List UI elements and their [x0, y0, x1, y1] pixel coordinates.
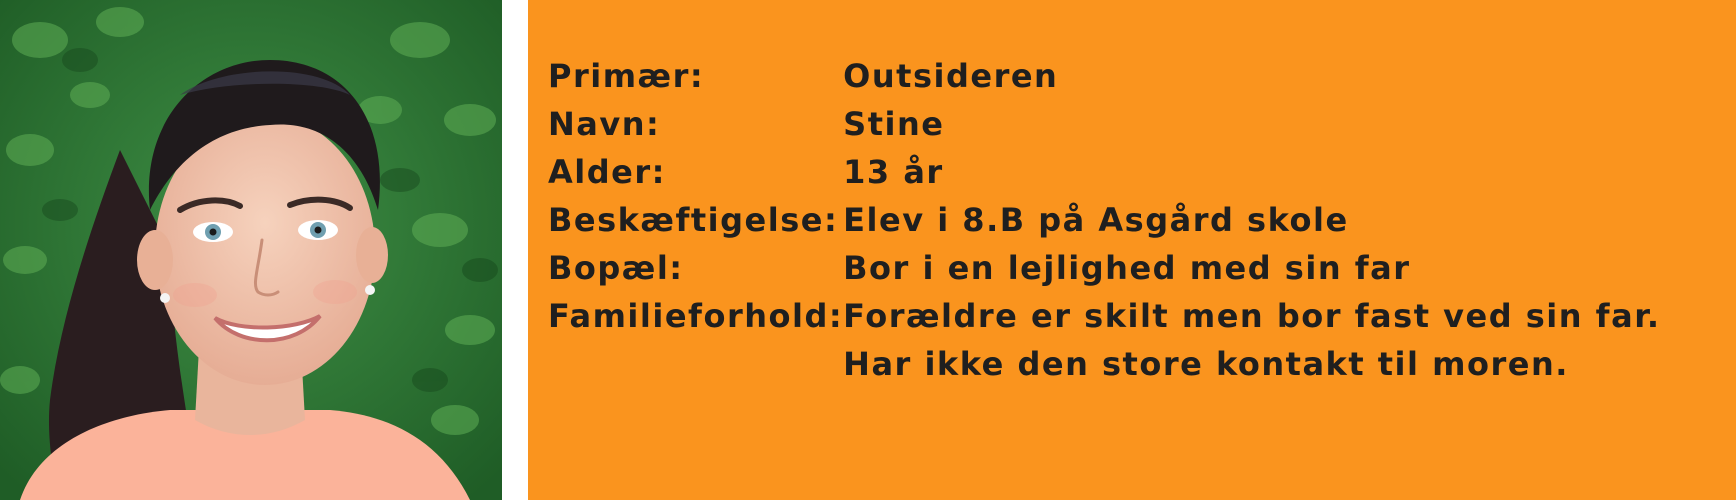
detail-label: Alder: — [548, 153, 666, 191]
detail-row-age: Alder: 13 år — [548, 148, 1693, 196]
detail-value: Stine — [843, 105, 945, 143]
detail-row-residence: Bopæl: Bor i en lejlighed med sin far — [548, 244, 1693, 292]
persona-info-panel: Primær: Outsideren Navn: Stine Alder: 13… — [528, 0, 1736, 500]
detail-label: Navn: — [548, 105, 661, 143]
detail-value: Bor i en lejlighed med sin far — [843, 249, 1411, 287]
persona-details-table: Primær: Outsideren Navn: Stine Alder: 13… — [548, 52, 1693, 388]
detail-label: Primær: — [548, 57, 705, 95]
portrait-image — [0, 0, 502, 500]
detail-value: 13 år — [843, 153, 944, 191]
detail-row-name: Navn: Stine — [548, 100, 1693, 148]
persona-photo — [0, 0, 502, 500]
detail-row-family: Familieforhold: Forældre er skilt men bo… — [548, 292, 1693, 388]
detail-label: Bopæl: — [548, 249, 684, 287]
detail-label: Familieforhold: — [548, 297, 844, 335]
detail-row-primary: Primær: Outsideren — [548, 52, 1693, 100]
detail-value: Elev i 8.B på Asgård skole — [843, 201, 1349, 239]
detail-row-occupation: Beskæftigelse: Elev i 8.B på Asgård skol… — [548, 196, 1693, 244]
persona-card: Primær: Outsideren Navn: Stine Alder: 13… — [0, 0, 1736, 500]
detail-value: Forældre er skilt men bor fast ved sin f… — [843, 297, 1661, 383]
detail-value: Outsideren — [843, 57, 1059, 95]
detail-label: Beskæftigelse: — [548, 201, 839, 239]
